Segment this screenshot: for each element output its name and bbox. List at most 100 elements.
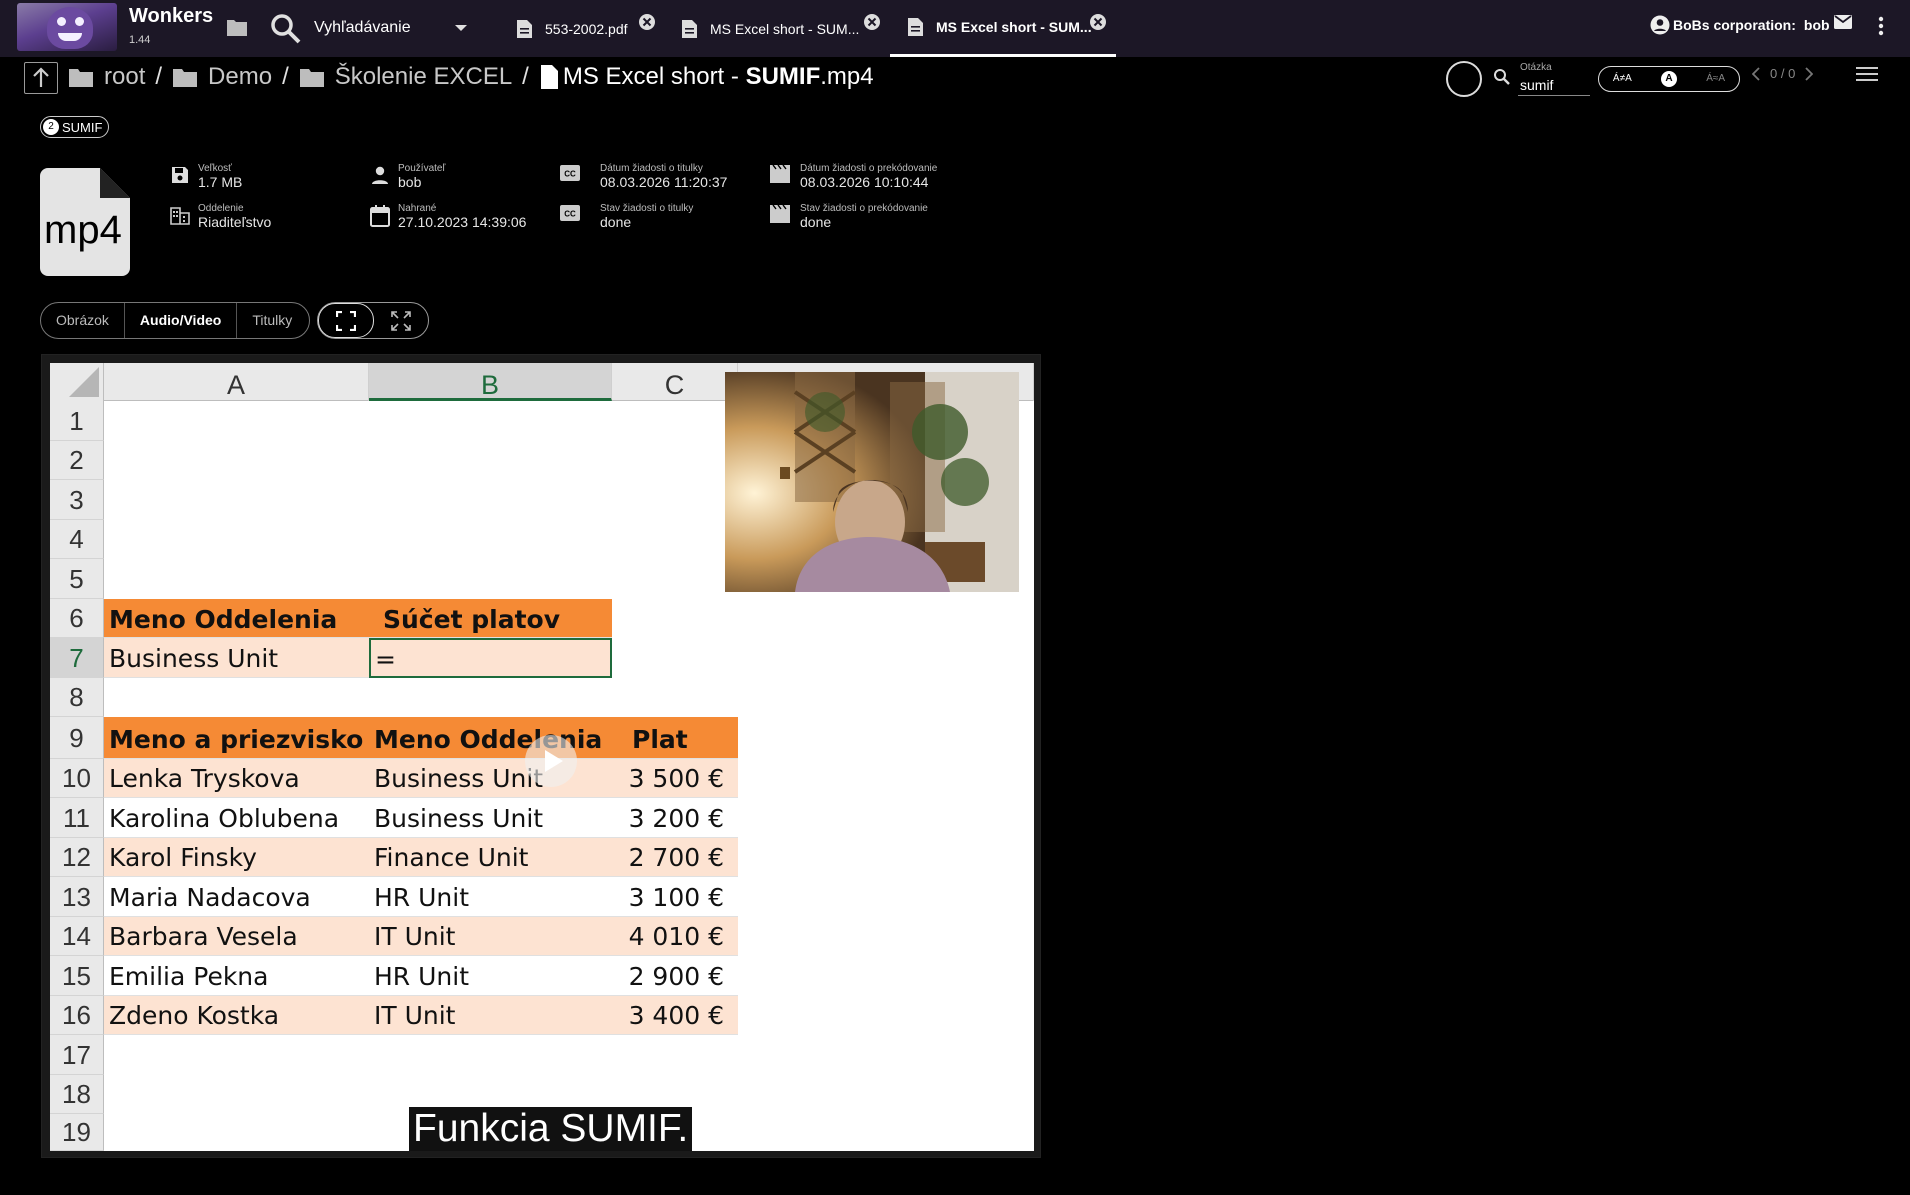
breadcrumb-root[interactable]: root <box>104 63 145 91</box>
tab-audio-video[interactable]: Audio/Video <box>123 303 238 338</box>
table-cell: 3 500 € <box>620 759 738 798</box>
up-button[interactable] <box>24 62 58 94</box>
meta-transcode-status: Stav žiadosti o prekódovanie done <box>770 203 928 231</box>
account-icon <box>1650 15 1670 35</box>
org-name: BoBs corporation: <box>1673 17 1796 33</box>
tab-label: MS Excel short - SUM... <box>710 20 860 37</box>
chevron-down-icon[interactable] <box>454 24 468 32</box>
calendar-icon <box>370 205 390 227</box>
meta-subtitle-status: CC Stav žiadosti o titulky done <box>560 203 693 231</box>
video-player[interactable]: A B C 1 2 3 4 5 6 7 8 9 10 11 12 13 14 1… <box>41 354 1041 1158</box>
breadcrumb-separator: / <box>282 63 289 90</box>
closed-captions-icon: CC <box>560 165 580 181</box>
tab-obrazok[interactable]: Obrázok <box>41 303 124 338</box>
result-pager: 0 / 0 <box>1752 66 1814 81</box>
summary-dept-cell: Business Unit <box>104 638 369 678</box>
svg-text:CC: CC <box>564 170 576 179</box>
tag-label: SUMIF <box>62 119 103 135</box>
meta-label: Používateľ <box>398 163 446 174</box>
table-cell: Karol Finsky <box>104 838 369 877</box>
table-cell: Business Unit <box>369 759 620 798</box>
meta-label: Dátum žiadosti o prekódovanie <box>800 163 938 174</box>
tab-titulky[interactable]: Titulky <box>237 303 307 338</box>
clapperboard-icon <box>770 205 790 223</box>
meta-subtitle-request-date: CC Dátum žiadosti o titulky 08.03.2026 11… <box>560 163 727 191</box>
row-header: 3 <box>50 480 104 520</box>
mascot-eye-icon <box>57 17 66 26</box>
meta-transcode-request-date: Dátum žiadosti o prekódovanie 08.03.2026 … <box>770 163 937 191</box>
mail-icon[interactable] <box>1834 15 1852 29</box>
table-cell: IT Unit <box>369 996 620 1035</box>
document-icon <box>908 18 923 36</box>
person-icon <box>372 166 388 184</box>
row-header: 10 <box>50 759 104 798</box>
presenter-webcam-image <box>725 372 1019 592</box>
video-frame: A B C 1 2 3 4 5 6 7 8 9 10 11 12 13 14 1… <box>50 363 1034 1151</box>
expand-view-button[interactable] <box>374 303 428 338</box>
tab-excel-1[interactable]: MS Excel short - SUM... <box>680 0 880 57</box>
user-account[interactable]: BoBs corporation: bob <box>1650 15 1830 35</box>
row-header: 11 <box>50 798 104 838</box>
breadcrumb-demo[interactable]: Demo <box>208 63 272 91</box>
row-header: 15 <box>50 956 104 996</box>
table-cell: 2 700 € <box>620 838 738 877</box>
folder-icon[interactable] <box>226 17 248 37</box>
question-input[interactable] <box>1518 74 1590 96</box>
table-cell: 3 100 € <box>620 877 738 917</box>
fit-view-button[interactable] <box>318 303 374 338</box>
table-header-salary: Plat <box>620 717 738 759</box>
table-cell: Maria Nadacova <box>104 877 369 917</box>
search-icon[interactable] <box>270 13 302 45</box>
app-version: 1.44 <box>129 34 151 46</box>
column-header-c: C <box>612 363 738 401</box>
tag-chip[interactable]: 2 SUMIF <box>40 116 110 138</box>
search-dropdown-label[interactable]: Vyhľadávanie <box>314 19 411 37</box>
pager-count: 0 / 0 <box>1770 66 1796 81</box>
match-mode-toggle[interactable]: Á≠A A Á≈A <box>1598 66 1740 92</box>
hamburger-menu-icon[interactable] <box>1856 66 1878 82</box>
close-icon[interactable] <box>863 13 881 31</box>
search-icon <box>1494 69 1510 85</box>
status-circle-button[interactable] <box>1446 61 1482 97</box>
match-exact-option[interactable]: Á≠A <box>1599 67 1646 91</box>
tag-count: 2 <box>43 119 59 135</box>
breadcrumb: root / Demo / Školenie EXCEL / MS Excel … <box>68 60 874 94</box>
column-header-b: B <box>369 363 612 401</box>
file-type-label: mp4 <box>44 208 122 252</box>
row-header: 17 <box>50 1035 104 1075</box>
tab-excel-2[interactable]: MS Excel short - SUM... <box>890 0 1116 57</box>
row-header: 19 <box>50 1114 104 1151</box>
chevron-right-icon[interactable] <box>1805 66 1814 81</box>
breadcrumb-skolenie[interactable]: Školenie EXCEL <box>335 63 512 91</box>
breadcrumb-current-file: MS Excel short - SUMIF.mp4 <box>563 63 874 91</box>
active-formula-cell: = <box>369 638 612 678</box>
app-logo[interactable] <box>17 3 117 51</box>
table-cell: 2 900 € <box>620 956 738 996</box>
row-header: 9 <box>50 717 104 759</box>
tab-pdf[interactable]: 553-2002.pdf <box>515 0 665 57</box>
play-button[interactable] <box>525 735 577 787</box>
table-cell: 3 200 € <box>620 798 738 838</box>
file-type-icon: mp4 <box>40 168 130 276</box>
close-icon[interactable] <box>1089 13 1107 31</box>
chevron-left-icon[interactable] <box>1752 66 1760 81</box>
meta-label: Oddelenie <box>198 203 244 214</box>
meta-value: 27.10.2023 14:39:06 <box>398 214 527 230</box>
meta-size: Veľkosť 1.7 MB <box>170 163 242 191</box>
more-vertical-icon[interactable] <box>1878 16 1884 36</box>
view-mode-tabs: Obrázok Audio/Video Titulky <box>40 302 310 339</box>
document-icon <box>682 19 697 38</box>
folder-icon <box>173 69 198 87</box>
table-cell: IT Unit <box>369 917 620 956</box>
close-icon[interactable] <box>638 13 656 31</box>
mascot-icon <box>47 7 93 49</box>
match-fuzzy-option[interactable]: Á≈A <box>1692 67 1739 91</box>
table-header-name: Meno a priezvisko <box>104 717 369 759</box>
table-cell: Emilia Pekna <box>104 956 369 996</box>
match-plain-option[interactable]: A <box>1646 71 1693 87</box>
meta-label: Veľkosť <box>198 163 232 174</box>
meta-label: Nahrané <box>398 203 437 214</box>
table-cell: Barbara Vesela <box>104 917 369 956</box>
display-size-toggle <box>317 302 429 339</box>
select-all-corner <box>50 363 104 401</box>
